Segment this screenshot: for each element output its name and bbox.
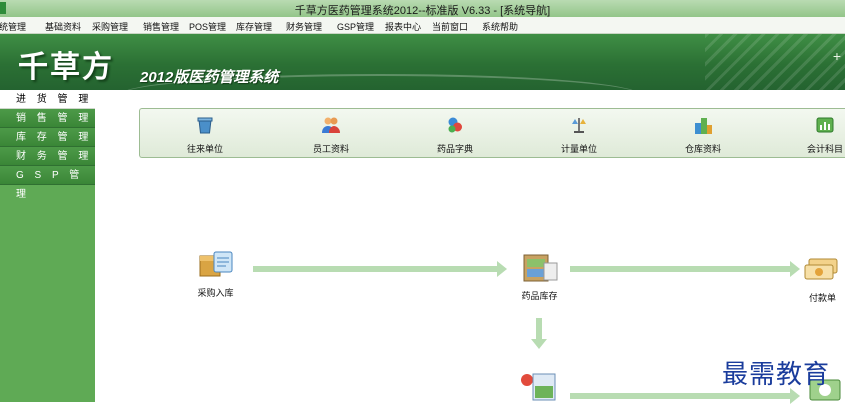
menu-bar: 系统管理 基础资料 采购管理 销售管理 POS管理 库存管理 财务管理 GSP管… [0, 17, 845, 34]
tool-drug-dictionary[interactable]: 药品字典 [420, 115, 490, 155]
sidebar-item-gsp[interactable]: G S P 管 理 [0, 166, 95, 200]
menu-purchase[interactable]: 采购管理 [92, 20, 128, 33]
menu-sales[interactable]: 销售管理 [143, 20, 179, 33]
menu-reports[interactable]: 报表中心 [385, 20, 421, 33]
menu-pos[interactable]: POS管理 [189, 20, 226, 33]
brand-banner: 千草方 2012版医药管理系统 + [0, 34, 845, 90]
flow-label: 付款单 [808, 293, 836, 303]
arrow-head [531, 339, 547, 349]
flow-node-drug-stock[interactable]: 药品库存 [512, 249, 567, 302]
scale-icon [572, 118, 586, 133]
people-icon [322, 117, 340, 133]
tool-label: 往来单位 [186, 144, 223, 154]
flow-arrow-stock-to-payment [570, 261, 800, 277]
menu-system[interactable]: 系统管理 [0, 20, 26, 33]
menu-gsp[interactable]: GSP管理 [337, 20, 374, 33]
ledger-chart-icon [816, 117, 834, 133]
purchase-box-icon [199, 251, 232, 277]
window-title: 千草方医药管理系统2012--标准版 V6.33 - [系统导航] [294, 5, 551, 17]
tool-label: 药品字典 [436, 144, 473, 154]
sidebar-item-inventory[interactable]: 库 存 管 理 [0, 128, 95, 147]
tool-accounting-subjects[interactable]: 会计科目 [790, 115, 845, 155]
sidebar-item-purchase[interactable]: 进 货 管 理 [0, 90, 95, 109]
buildings-icon [695, 118, 712, 134]
sidebar-item-sales[interactable]: 销 售 管 理 [0, 109, 95, 128]
flow-arrow-return-to-refund [570, 388, 800, 404]
return-goods-icon [521, 373, 556, 401]
sidebar-item-finance[interactable]: 财 务 管 理 [0, 147, 95, 166]
menu-basic-data[interactable]: 基础资料 [45, 20, 81, 33]
menu-finance[interactable]: 财务管理 [286, 20, 322, 33]
menu-inventory[interactable]: 库存管理 [236, 20, 272, 33]
flow-arrow-purchase-to-stock [253, 261, 507, 277]
brand-logo: 千草方 [18, 50, 114, 85]
trash-bin-icon [197, 117, 213, 134]
arrow-head [497, 261, 507, 277]
tool-measure-units[interactable]: 计量单位 [544, 115, 614, 155]
tool-label: 仓库资料 [684, 144, 721, 154]
pills-icon [448, 117, 462, 133]
basic-data-toolbar: 往来单位 员工资料 药品字典 计量单位 仓库资料 会计科目 [139, 108, 845, 158]
tool-label: 会计科目 [806, 144, 843, 154]
watermark-text: 最需教育 [722, 360, 831, 390]
tool-label: 计量单位 [560, 144, 597, 154]
brand-subtitle: 2012版医药管理系统 [140, 69, 279, 86]
banner-plus-icon[interactable]: + [833, 48, 841, 64]
title-bar: 千草方医药管理系统2012--标准版 V6.33 - [系统导航] [0, 0, 845, 18]
cash-payment-icon [804, 258, 837, 280]
tool-label: 员工资料 [312, 144, 349, 154]
tool-partner-units[interactable]: 往来单位 [170, 115, 240, 155]
stock-shelf-icon [523, 254, 557, 282]
flow-label: 采购入库 [197, 288, 234, 298]
sidebar: 进 货 管 理 销 售 管 理 库 存 管 理 财 务 管 理 G S P 管 … [0, 90, 95, 402]
flow-node-purchase-in[interactable]: 采购入库 [188, 246, 243, 299]
menu-help[interactable]: 系统帮助 [482, 20, 518, 33]
menu-current-window[interactable]: 当前窗口 [432, 20, 468, 33]
arrow-head [790, 261, 800, 277]
flow-node-return[interactable] [516, 368, 562, 406]
flow-node-payment[interactable]: 付款单 [800, 251, 845, 304]
flow-label: 药品库存 [521, 291, 558, 301]
tool-employee-data[interactable]: 员工资料 [296, 115, 366, 155]
banner-decoration [705, 34, 845, 90]
tool-warehouse-data[interactable]: 仓库资料 [668, 115, 738, 155]
flow-arrow-stock-down [531, 318, 547, 349]
